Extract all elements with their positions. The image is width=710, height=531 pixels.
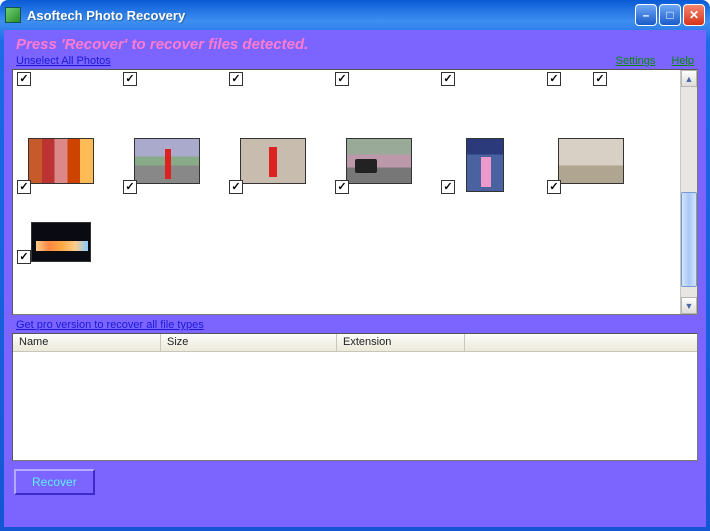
gallery-partial-row	[17, 72, 676, 86]
scroll-up-button[interactable]: ▲	[681, 70, 697, 87]
instruction-text: Press 'Recover' to recover files detecte…	[12, 34, 698, 55]
app-window: Asoftech Photo Recovery – □ ✕ Press 'Rec…	[0, 0, 710, 531]
close-button[interactable]: ✕	[683, 4, 705, 26]
gallery-row	[17, 192, 676, 262]
scroll-track[interactable]	[681, 87, 697, 297]
photo-checkbox[interactable]	[123, 180, 137, 194]
photo-item[interactable]	[441, 138, 529, 192]
photo-thumbnail[interactable]	[31, 222, 91, 262]
photo-item[interactable]	[17, 138, 105, 192]
photo-thumbnail[interactable]	[346, 138, 412, 184]
gallery-scrollbar[interactable]: ▲ ▼	[680, 70, 697, 314]
photo-checkbox[interactable]	[547, 72, 561, 86]
photo-thumbnail[interactable]	[558, 138, 624, 184]
file-details-table: Name Size Extension	[12, 333, 698, 461]
top-link-bar: Unselect All Photos Settings Help	[12, 55, 698, 69]
help-link[interactable]: Help	[671, 55, 694, 67]
photo-checkbox[interactable]	[335, 180, 349, 194]
photo-checkbox[interactable]	[123, 72, 137, 86]
column-header-blank	[465, 334, 697, 351]
maximize-button[interactable]: □	[659, 4, 681, 26]
photo-checkbox[interactable]	[547, 180, 561, 194]
gallery-viewport	[13, 70, 680, 314]
scroll-down-button[interactable]: ▼	[681, 297, 697, 314]
photo-checkbox[interactable]	[17, 72, 31, 86]
photo-checkbox[interactable]	[593, 72, 607, 86]
minimize-button[interactable]: –	[635, 4, 657, 26]
app-icon	[5, 7, 21, 23]
column-header-size[interactable]: Size	[161, 334, 337, 351]
photo-item[interactable]	[547, 138, 635, 192]
button-row: Recover	[12, 461, 698, 495]
window-title: Asoftech Photo Recovery	[27, 8, 635, 23]
photo-checkbox[interactable]	[229, 72, 243, 86]
photo-gallery: ▲ ▼	[12, 69, 698, 315]
table-header: Name Size Extension	[13, 334, 697, 352]
photo-thumbnail[interactable]	[466, 138, 504, 192]
photo-item[interactable]	[123, 138, 211, 192]
gallery-row	[17, 92, 676, 192]
photo-thumbnail[interactable]	[28, 138, 94, 184]
recover-button[interactable]: Recover	[14, 469, 95, 495]
titlebar: Asoftech Photo Recovery – □ ✕	[0, 0, 710, 30]
client-area: Press 'Recover' to recover files detecte…	[4, 30, 706, 527]
window-controls: – □ ✕	[635, 4, 705, 26]
photo-checkbox[interactable]	[229, 180, 243, 194]
photo-checkbox[interactable]	[17, 180, 31, 194]
photo-item[interactable]	[335, 138, 423, 192]
photo-checkbox[interactable]	[335, 72, 349, 86]
photo-checkbox[interactable]	[441, 72, 455, 86]
photo-checkbox[interactable]	[17, 250, 31, 264]
settings-link[interactable]: Settings	[616, 55, 656, 67]
photo-item[interactable]	[229, 138, 317, 192]
photo-checkbox[interactable]	[441, 180, 455, 194]
photo-thumbnail[interactable]	[240, 138, 306, 184]
scroll-thumb[interactable]	[681, 192, 697, 287]
column-header-name[interactable]: Name	[13, 334, 161, 351]
photo-thumbnail[interactable]	[134, 138, 200, 184]
unselect-all-link[interactable]: Unselect All Photos	[16, 55, 111, 67]
column-header-extension[interactable]: Extension	[337, 334, 465, 351]
table-body	[13, 352, 697, 460]
photo-item[interactable]	[17, 222, 105, 262]
pro-version-link[interactable]: Get pro version to recover all file type…	[16, 319, 204, 331]
pro-version-row: Get pro version to recover all file type…	[12, 315, 698, 333]
